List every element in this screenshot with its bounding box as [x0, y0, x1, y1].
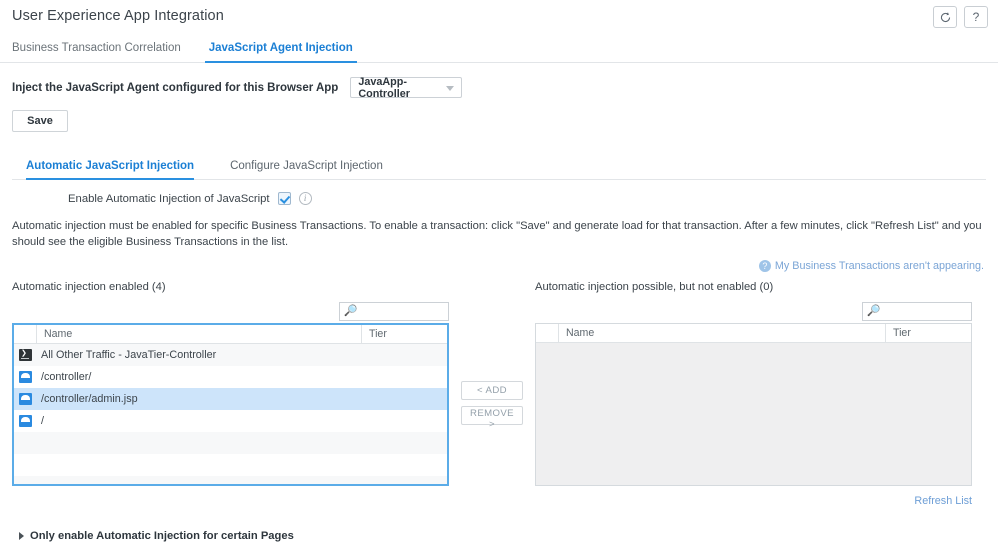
enabled-col-name: Name	[37, 325, 362, 344]
refresh-icon[interactable]	[933, 6, 957, 28]
possible-panel: Automatic injection possible, but not en…	[535, 281, 972, 509]
save-button-top[interactable]: Save	[12, 110, 68, 132]
question-circle-icon: ?	[758, 260, 771, 273]
browser-app-select-value: JavaApp-Controller	[358, 75, 410, 100]
description-text: Automatic injection must be enabled for …	[12, 220, 982, 249]
table-row-empty	[14, 432, 447, 455]
terminal-icon	[14, 348, 37, 362]
enabled-col-tier: Tier	[369, 328, 387, 341]
info-icon[interactable]: i	[298, 192, 312, 205]
app-icon	[14, 393, 37, 406]
search-icon: 🔍	[867, 305, 881, 318]
primary-tab-bar: Business Transaction Correlation JavaScr…	[0, 33, 998, 63]
tab-configure-javascript-injection[interactable]: Configure JavaScript Injection	[230, 160, 383, 179]
row-name: All Other Traffic - JavaTier-Controller	[41, 349, 217, 362]
row-name: /	[41, 415, 44, 428]
add-button[interactable]: < ADD	[461, 381, 523, 401]
possible-search-box[interactable]: 🔍	[862, 302, 972, 322]
possible-col-name: Name	[559, 324, 886, 343]
possible-grid-body	[536, 343, 971, 486]
question-mark-icon[interactable]: ?	[964, 6, 988, 28]
business-transactions-help-link[interactable]: My Business Transactions aren't appearin…	[775, 260, 984, 272]
table-row[interactable]: /	[14, 410, 447, 433]
table-row-empty	[14, 476, 447, 485]
inject-browser-app-row: Inject the JavaScript Agent configured f…	[0, 63, 998, 100]
possible-search-row: 🔍	[535, 302, 972, 322]
header-actions: ?	[933, 6, 988, 28]
inject-label: Inject the JavaScript Agent configured f…	[12, 81, 339, 94]
row-name: /controller/admin.jsp	[41, 393, 138, 406]
enabled-search-box[interactable]: 🔍	[339, 302, 449, 322]
app-icon	[14, 415, 37, 428]
table-row[interactable]: All Other Traffic - JavaTier-Controller	[14, 344, 447, 367]
page-header: User Experience App Integration ?	[0, 0, 998, 33]
enabled-grid: Name Tier All Other Traffic - JavaTier-C…	[12, 323, 449, 487]
enabled-grid-body: All Other Traffic - JavaTier-Controller …	[14, 344, 447, 485]
enabled-col-icon	[14, 325, 37, 344]
help-link-row: ? My Business Transactions aren't appear…	[0, 260, 984, 273]
enabled-search-row: 🔍	[12, 302, 449, 322]
search-icon: 🔍	[344, 305, 358, 318]
enabled-panel-title: Automatic injection enabled (4)	[12, 281, 166, 294]
enabled-search-input[interactable]	[357, 304, 448, 319]
chevron-right-icon	[19, 532, 24, 541]
certain-pages-label: Only enable Automatic Injection for cert…	[30, 530, 294, 543]
tab-business-transaction-correlation[interactable]: Business Transaction Correlation	[12, 42, 195, 62]
refresh-list-link[interactable]: Refresh List	[914, 495, 972, 507]
remove-button[interactable]: REMOVE >	[461, 406, 523, 430]
dual-list-panels: Automatic injection enabled (4) 🔍 Name T…	[0, 281, 998, 509]
enable-automatic-injection-row: Enable Automatic Injection of JavaScript…	[68, 192, 998, 205]
secondary-tab-bar: Automatic JavaScript Injection Configure…	[12, 154, 986, 180]
possible-grid-header: Name Tier	[536, 324, 971, 344]
tab-javascript-agent-injection[interactable]: JavaScript Agent Injection	[204, 42, 367, 63]
transfer-buttons: < ADD REMOVE >	[449, 281, 535, 430]
table-row[interactable]: /controller/admin.jsp	[14, 388, 447, 411]
chevron-down-icon	[446, 85, 455, 91]
certain-pages-collapsible[interactable]: Only enable Automatic Injection for cert…	[19, 530, 998, 542]
tab-automatic-javascript-injection[interactable]: Automatic JavaScript Injection	[26, 160, 195, 180]
enable-automatic-injection-checkbox[interactable]	[277, 192, 291, 205]
app-icon	[14, 371, 37, 384]
table-row[interactable]: /controller/	[14, 366, 447, 389]
row-name: /controller/	[41, 371, 92, 384]
enable-automatic-injection-label: Enable Automatic Injection of JavaScript	[68, 192, 270, 205]
possible-col-icon	[536, 324, 559, 343]
possible-grid: Name Tier	[535, 323, 972, 487]
table-row-empty	[14, 454, 447, 477]
possible-panel-title: Automatic injection possible, but not en…	[535, 281, 774, 294]
enabled-panel: Automatic injection enabled (4) 🔍 Name T…	[12, 281, 449, 487]
possible-col-tier: Tier	[893, 327, 911, 340]
refresh-row: Refresh List	[535, 491, 972, 509]
enabled-grid-header: Name Tier	[14, 325, 447, 345]
page-title: User Experience App Integration	[12, 8, 224, 24]
possible-search-input[interactable]	[880, 304, 971, 319]
browser-app-select[interactable]: JavaApp-Controller	[350, 75, 463, 100]
